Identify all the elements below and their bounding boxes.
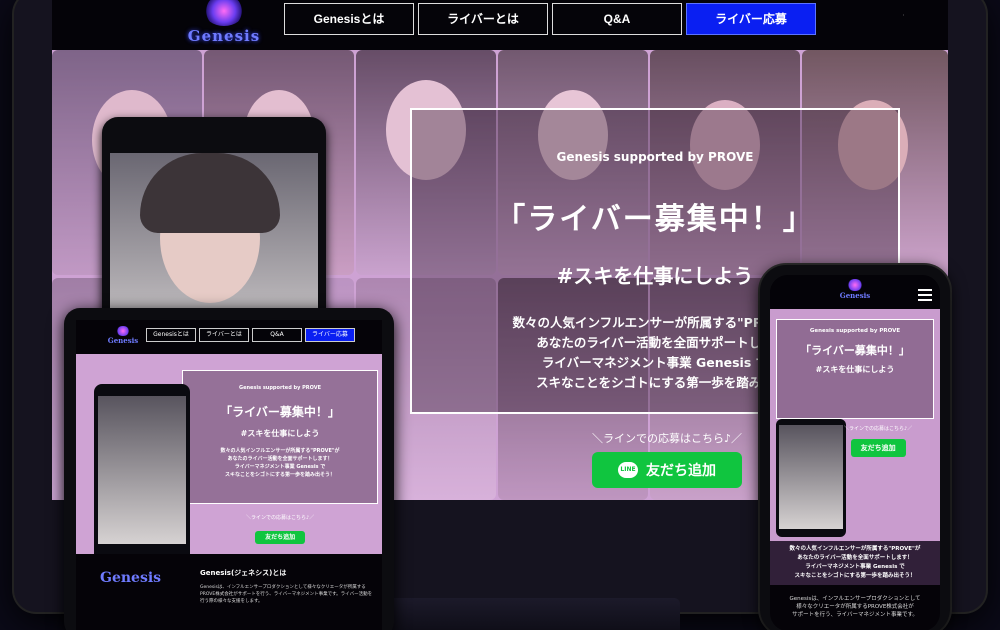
hero-headline: 「ライバー募集中！」 <box>495 202 815 237</box>
tablet-line-cta: ＼ラインでの応募はこちら♪／ 友だち追加 <box>246 514 315 544</box>
mobile-logo[interactable]: Genesis <box>770 279 940 300</box>
mobile-logo-text: Genesis <box>839 291 871 300</box>
tablet-hero-box: Genesis supported by PROVE 「ライバー募集中！」 #ス… <box>182 370 378 504</box>
hero-tagline: #スキを仕事にしよう <box>815 365 895 374</box>
tablet-hero: Genesis supported by PROVE 「ライバー募集中！」 #ス… <box>76 354 382 554</box>
mobile-phone-mockup <box>776 419 846 537</box>
about-logo: Genesis <box>100 570 162 586</box>
mobile-hero: Genesis supported by PROVE 「ライバー募集中！」 #ス… <box>770 309 940 541</box>
hero-supported-text: Genesis supported by PROVE <box>809 328 901 334</box>
nav-liver-apply[interactable]: ライバー応募 <box>686 3 816 35</box>
model-hair <box>140 153 280 233</box>
about-body: Genesisは、インフルエンサープロダクションとして様々なクリエータが所属する… <box>200 585 373 604</box>
nav-liver-apply[interactable]: ライバー応募 <box>305 328 355 342</box>
phone-model-photo <box>779 425 843 529</box>
nav-liver-about[interactable]: ライバーとは <box>418 3 548 35</box>
genesis-logo[interactable]: Genesis <box>184 0 264 50</box>
desktop-header: Genesis Genesisとは ライバーとは Q&A ライバー応募 <box>52 0 948 50</box>
about-line: 様々なクリエータが所属するPROVE株式会社が <box>796 604 914 610</box>
desktop-nav: Genesisとは ライバーとは Q&A ライバー応募 <box>284 3 816 35</box>
line-icon: LINE <box>618 462 639 478</box>
mobile-header: Genesis <box>770 275 940 309</box>
hero-description: 数々の人気インフルエンサーが所属する"PROVE"が あなたのライバー活動を全面… <box>183 447 377 479</box>
hero-headline: 「ライバー募集中！」 <box>800 344 910 357</box>
genesis-logo-icon <box>847 279 863 291</box>
genesis-logo-icon <box>116 326 130 336</box>
nav-qa[interactable]: Q&A <box>252 328 302 342</box>
about-title: Genesis(ジェネシス)とは <box>200 569 287 577</box>
line-button-label: 友だち追加 <box>646 463 717 479</box>
hero-supported-text: Genesis supported by PROVE <box>238 385 322 391</box>
genesis-logo-icon <box>204 0 244 26</box>
line-cta-caption: ＼ラインでの応募はこちら♪／ <box>592 432 743 445</box>
about-line: サポートを行う、ライバーマネジメント事業です。 <box>792 612 918 618</box>
tablet-about-section: Genesis Genesis(ジェネシス)とは Genesisは、インフルエン… <box>76 556 382 630</box>
hero-headline: 「ライバー募集中！」 <box>220 405 340 419</box>
line-cta-caption: ＼ラインでの応募はこちら♪／ <box>844 426 913 432</box>
phone-device-right: Genesis Genesis supported by PROVE 「ライバー… <box>760 265 950 630</box>
hero-desc-line: スキなことをシゴトにする第一歩を踏み出そう！ <box>224 472 336 478</box>
hero-supported-text: Genesis supported by PROVE <box>556 150 754 164</box>
phone-model-photo <box>98 396 186 544</box>
line-cta: ＼ラインでの応募はこちら♪／ LINE 友だち追加 <box>592 430 742 488</box>
tablet-nav: Genesisとは ライバーとは Q&A ライバー応募 <box>146 328 355 342</box>
mobile-about-text: Genesisは、インフルエンサープロダクションとして 様々なクリエータが所属す… <box>770 593 940 621</box>
line-add-friend-button[interactable]: 友だち追加 <box>255 531 306 544</box>
tablet-device: Genesis Genesisとは ライバーとは Q&A ライバー応募 Gene… <box>64 308 394 630</box>
hero-desc-line: 数々の人気インフルエンサーが所属する"PROVE"が <box>789 546 921 552</box>
mobile-hero-box: Genesis supported by PROVE 「ライバー募集中！」 #ス… <box>776 319 934 419</box>
mobile-hero-description: 数々の人気インフルエンサーが所属する"PROVE"が あなたのライバー活動を全面… <box>770 541 940 585</box>
about-line: Genesisは、インフルエンサープロダクションとして <box>789 596 921 602</box>
hero-desc-line: あなたのライバー活動を全面サポートします！ <box>797 555 913 561</box>
line-add-friend-button[interactable]: 友だち追加 <box>850 439 906 457</box>
tablet-phone-mockup <box>94 384 190 554</box>
hero-desc-line: ライバーマネジメント事業 Genesis で <box>234 464 326 470</box>
nav-genesis-about[interactable]: Genesisとは <box>284 3 414 35</box>
mobile-screen: Genesis Genesis supported by PROVE 「ライバー… <box>770 275 940 630</box>
hero-desc-line: スキなことをシゴトにする第一歩を踏み出そう！ <box>794 573 916 579</box>
hero-desc-line: あなたのライバー活動を全面サポートします！ <box>227 456 333 462</box>
genesis-logo-text: Genesis <box>187 27 261 45</box>
phone-model-photo <box>110 153 318 333</box>
nav-qa[interactable]: Q&A <box>552 3 682 35</box>
line-cta-caption: ＼ラインでの応募はこちら♪／ <box>246 515 315 521</box>
tablet-logo[interactable]: Genesis <box>106 326 140 345</box>
mobile-line-cta: ＼ラインでの応募はこちら♪／ 友だち追加 <box>844 425 912 457</box>
nav-liver-about[interactable]: ライバーとは <box>199 328 249 342</box>
nav-genesis-about[interactable]: Genesisとは <box>146 328 196 342</box>
tablet-screen: Genesis Genesisとは ライバーとは Q&A ライバー応募 Gene… <box>76 320 382 630</box>
tablet-logo-text: Genesis <box>107 336 139 345</box>
hero-desc-line: 数々の人気インフルエンサーが所属する"PROVE"が <box>220 448 340 454</box>
hamburger-menu-icon[interactable] <box>918 289 932 304</box>
hero-tagline: #スキを仕事にしよう <box>240 429 320 438</box>
line-add-friend-button[interactable]: LINE 友だち追加 <box>592 452 743 488</box>
hero-desc-line: ライバーマネジメント事業 Genesis で <box>805 564 905 570</box>
mockup-stage: Genesis Genesisとは ライバーとは Q&A ライバー応募 Gene… <box>0 0 1000 630</box>
